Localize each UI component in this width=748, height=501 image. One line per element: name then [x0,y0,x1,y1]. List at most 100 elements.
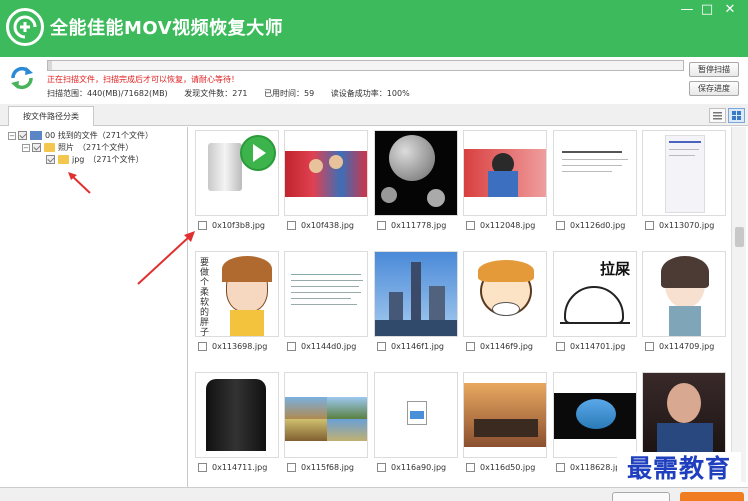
thumbnail-card[interactable]: 0x10f3b8.jpg [195,130,279,233]
thumbnail-image[interactable] [284,251,368,337]
scan-refresh-icon [8,64,36,92]
tab-bar: 按文件路径分类 [0,104,748,126]
thumbnail-checkbox[interactable] [198,341,207,351]
thumbnail-filename: 0x113698.jpg [212,341,268,351]
thumbnail-checkbox[interactable] [645,341,654,351]
thumbnail-card[interactable]: 0x116d50.jpg [463,372,547,475]
thumbnail-image[interactable] [284,372,368,458]
thumbnail-card[interactable]: 0x116a90.jpg [374,372,458,475]
tree-node-photos[interactable]: − 照片 （271个文件） [22,142,133,153]
vertical-scrollbar[interactable] [731,127,746,482]
tree-node-root[interactable]: − 00 找到的文件（271个文件） [8,130,153,141]
tree-node-label: 照片 （271个文件） [58,143,134,152]
thumbnail-card[interactable]: 0x112048.jpg [463,130,547,233]
folder-icon [44,143,55,152]
thumbnail-checkbox[interactable] [377,462,386,472]
thumbnail-filename: 0x1126d0.jpg [570,220,626,230]
tab-by-path[interactable]: 按文件路径分类 [8,106,94,126]
thumbnail-card[interactable]: 0x1126d0.jpg [553,130,637,233]
thumbnail-caption: 0x10f3b8.jpg [195,218,279,232]
drive-icon [30,131,42,140]
pause-scan-button[interactable]: 暂停扫描 [689,62,739,77]
thumbnail-image[interactable]: 拉屎 [553,251,637,337]
thumbnail-filename: 0x1146f1.jpg [391,341,445,351]
minimize-button[interactable]: — [677,2,697,18]
grid-view-button[interactable] [728,108,745,123]
tree-checkbox[interactable] [46,155,55,164]
thumbnail-image[interactable] [553,372,637,458]
thumbnail-checkbox[interactable] [377,220,386,230]
thumbnail-caption: 0x1144d0.jpg [284,339,368,353]
thumbnail-grid: 0x10f3b8.jpg 0x10f438.jpg 0x111778.jpg 0x11… [190,127,731,482]
thumbnail-image[interactable] [463,130,547,216]
thumbnail-checkbox[interactable] [287,341,296,351]
thumbnail-image[interactable] [642,251,726,337]
thumbnail-caption: 0x113698.jpg [195,339,279,353]
thumbnail-checkbox[interactable] [466,220,475,230]
thumbnail-checkbox[interactable] [556,220,565,230]
scan-stats: 扫描范围：440(MB)/71682(MB) 发现文件数：271 已用时间：59… [47,88,424,99]
thumbnail-image[interactable]: 要做个柔软的胖子 [195,251,279,337]
thumbnail-filename: 0x113070.jpg [659,220,715,230]
thumbnail-caption: 0x116d50.jpg [463,460,547,474]
thumbnail-checkbox[interactable] [556,462,565,472]
thumbnail-filename: 0x111778.jpg [391,220,447,230]
thumbnail-card[interactable]: 0x1146f9.jpg [463,251,547,354]
scan-warning: 正在扫描文件，扫描完成后才可以恢复，请耐心等待！ [47,75,239,84]
thumbnail-card[interactable]: 拉屎 0x114701.jpg [553,251,637,354]
thumbnail-card[interactable]: 0x111778.jpg [374,130,458,233]
thumbnail-filename: 0x114701.jpg [570,341,626,351]
close-button[interactable]: ✕ [720,2,740,18]
collapse-icon[interactable]: − [8,131,16,140]
tree-checkbox[interactable] [18,131,27,140]
thumbnail-caption: 0x111778.jpg [374,218,458,232]
thumbnail-checkbox[interactable] [466,462,475,472]
thumbnail-checkbox[interactable] [287,462,296,472]
thumbnail-image[interactable] [195,372,279,458]
scrollbar-thumb[interactable] [735,227,744,247]
thumbnail-image[interactable] [374,130,458,216]
tree-checkbox[interactable] [32,143,41,152]
list-view-icon [713,112,722,120]
found-count: 发现文件数：271 [184,89,248,98]
thumbnail-image[interactable] [374,372,458,458]
thumbnail-card[interactable]: 0x10f438.jpg [284,130,368,233]
thumbnail-checkbox[interactable] [287,220,296,230]
thumbnail-checkbox[interactable] [377,341,386,351]
list-view-button[interactable] [709,108,726,123]
thumbnail-checkbox[interactable] [645,220,654,230]
thumbnail-checkbox[interactable] [556,341,565,351]
annotation-arrow [137,231,195,285]
thumbnail-card[interactable]: 0x115f68.jpg [284,372,368,475]
previous-step-button[interactable] [612,492,670,501]
thumbnail-checkbox[interactable] [198,462,207,472]
save-progress-button[interactable]: 保存进度 [689,81,739,96]
thumbnail-card[interactable]: 0x113070.jpg [642,130,726,233]
thumbnail-image[interactable] [463,251,547,337]
recover-button[interactable] [680,492,744,501]
thumbnail-image[interactable] [195,130,279,216]
thumbnail-image[interactable] [553,130,637,216]
thumbnail-checkbox[interactable] [466,341,475,351]
collapse-icon[interactable]: − [22,143,30,152]
thumbnail-caption: 0x1146f1.jpg [374,339,458,353]
thumbnail-card[interactable]: 0x1146f1.jpg [374,251,458,354]
tree-node-jpg[interactable]: jpg （271个文件） [46,154,144,165]
thumbnail-checkbox[interactable] [198,220,207,230]
thumbnail-text: 拉屎 [600,260,631,278]
title-bar: 全能佳能MOV视频恢复大师 — □ ✕ [0,0,748,57]
thumbnail-caption: 0x114711.jpg [195,460,279,474]
thumbnail-card[interactable]: 要做个柔软的胖子 0x113698.jpg [195,251,279,354]
thumbnail-image[interactable] [374,251,458,337]
thumbnail-image[interactable] [642,130,726,216]
thumbnail-image[interactable] [642,372,726,458]
thumbnail-card[interactable]: 0x114709.jpg [642,251,726,354]
thumbnail-filename: 0x10f438.jpg [301,220,355,230]
scan-range: 扫描范围：440(MB)/71682(MB) [47,89,168,98]
maximize-button[interactable]: □ [697,2,717,18]
thumbnail-image[interactable] [463,372,547,458]
scan-progress-fill [48,61,52,70]
thumbnail-card[interactable]: 0x1144d0.jpg [284,251,368,354]
thumbnail-image[interactable] [284,130,368,216]
thumbnail-card[interactable]: 0x114711.jpg [195,372,279,475]
